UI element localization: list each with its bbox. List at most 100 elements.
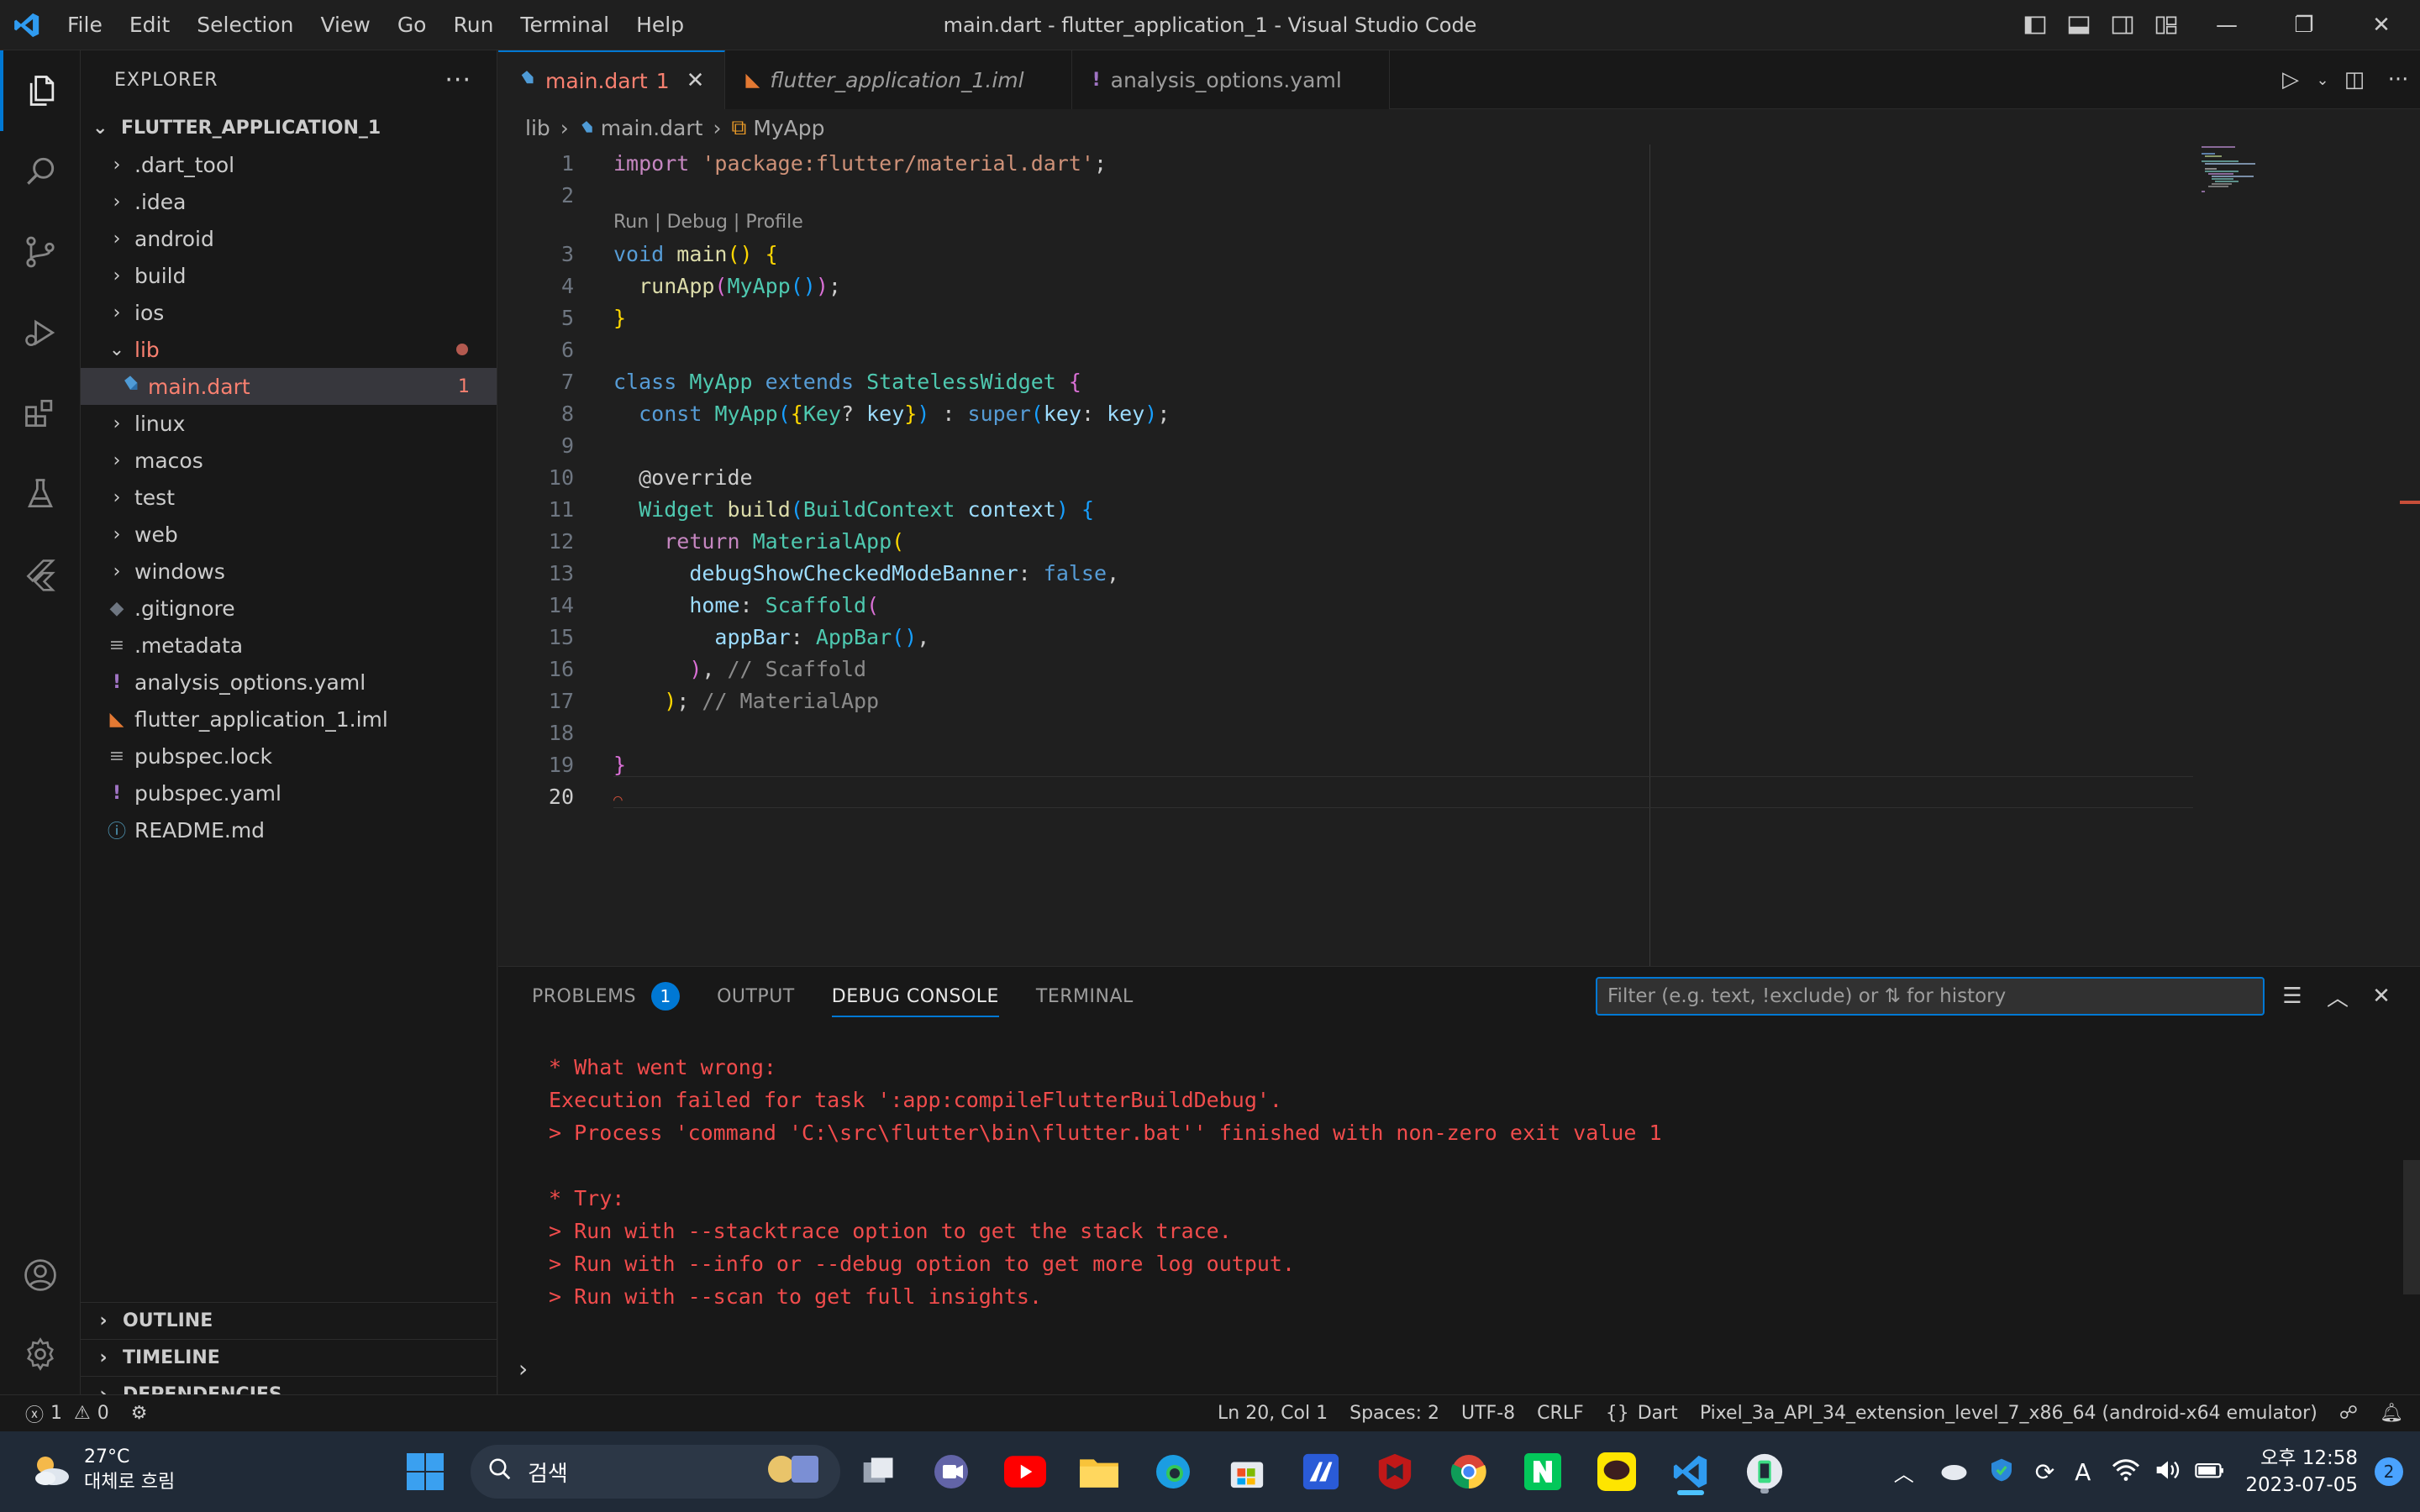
tree-item-main-dart[interactable]: main.dart 1: [81, 368, 497, 405]
outline-section[interactable]: › OUTLINE: [81, 1302, 497, 1339]
tree-item-readme[interactable]: ⓘ README.md: [81, 811, 497, 848]
menu-go[interactable]: Go: [384, 0, 440, 50]
source-control-icon[interactable]: [0, 212, 81, 292]
tab-main-dart[interactable]: main.dart 1 ✕: [498, 50, 726, 109]
maximize-panel-icon[interactable]: ︿: [2317, 977, 2359, 1016]
menu-selection[interactable]: Selection: [183, 0, 307, 50]
restore-button[interactable]: ❐: [2265, 0, 2343, 50]
encoding[interactable]: UTF-8: [1461, 1403, 1515, 1424]
tab-iml[interactable]: ◣ flutter_application_1.iml: [725, 50, 1072, 109]
run-debug-icon[interactable]: [0, 292, 81, 373]
cursor-position[interactable]: Ln 20, Col 1: [1218, 1403, 1328, 1424]
console-input-prompt[interactable]: ›: [518, 1355, 528, 1383]
customize-layout-icon[interactable]: [2144, 0, 2188, 50]
onedrive-cloud-icon[interactable]: [1938, 1460, 1968, 1483]
breadcrumb-item[interactable]: MyApp: [753, 116, 824, 140]
search-icon[interactable]: [0, 131, 81, 212]
workspace-root[interactable]: ⌄ FLUTTER_APPLICATION_1: [81, 109, 497, 146]
menu-terminal[interactable]: Terminal: [507, 0, 623, 50]
extensions-icon[interactable]: [0, 373, 81, 454]
menu-view[interactable]: View: [307, 0, 383, 50]
tree-item-ios[interactable]: › ios: [81, 294, 497, 331]
weather-widget[interactable]: 27°C 대체로 흐림: [29, 1445, 175, 1495]
show-hidden-icons-icon[interactable]: ︿: [1894, 1457, 1914, 1487]
flutter-icon[interactable]: [0, 534, 81, 615]
tree-item-pubspec-yaml[interactable]: ! pubspec.yaml: [81, 774, 497, 811]
naver-icon[interactable]: [1519, 1448, 1566, 1495]
console-scrollbar[interactable]: [2403, 1160, 2420, 1294]
breadcrumb-item[interactable]: main.dart: [601, 116, 703, 140]
file-explorer-icon[interactable]: [1076, 1448, 1123, 1495]
tree-item-dart-tool[interactable]: › .dart_tool: [81, 146, 497, 183]
minimize-button[interactable]: —: [2188, 0, 2265, 50]
testing-icon[interactable]: [0, 454, 81, 534]
wifi-icon[interactable]: [2111, 1458, 2141, 1485]
end-of-line[interactable]: CRLF: [1537, 1403, 1584, 1424]
breadcrumb-item[interactable]: lib: [525, 116, 550, 140]
android-studio-app-icon[interactable]: [1297, 1448, 1344, 1495]
toggle-secondary-sidebar-icon[interactable]: [2101, 0, 2144, 50]
tab-problems[interactable]: PROBLEMS 1: [532, 967, 681, 1026]
indentation[interactable]: Spaces: 2: [1349, 1403, 1439, 1424]
tree-item-lib[interactable]: ⌄ lib: [81, 331, 497, 368]
tree-item-pubspec-lock[interactable]: ≡ pubspec.lock: [81, 738, 497, 774]
explorer-icon[interactable]: [0, 50, 81, 131]
toggle-primary-sidebar-icon[interactable]: [2013, 0, 2057, 50]
tree-item-gitignore[interactable]: ◆ .gitignore: [81, 590, 497, 627]
menu-file[interactable]: File: [54, 0, 116, 50]
tree-item-iml[interactable]: ◣ flutter_application_1.iml: [81, 701, 497, 738]
menu-run[interactable]: Run: [439, 0, 507, 50]
remote-icon[interactable]: ⚙: [131, 1403, 148, 1424]
tree-item-idea[interactable]: › .idea: [81, 183, 497, 220]
device-selector[interactable]: Pixel_3a_API_34_extension_level_7_x86_64…: [1700, 1403, 2317, 1424]
security-shield-icon[interactable]: [1988, 1457, 2015, 1487]
task-view-icon[interactable]: [855, 1448, 902, 1495]
notifications-bell-icon[interactable]: 🔔︎: [2380, 1403, 2403, 1424]
console-filter-input[interactable]: Filter (e.g. text, !exclude) or ⇅ for hi…: [1596, 977, 2265, 1016]
tree-item-test[interactable]: › test: [81, 479, 497, 516]
codelens-run-debug-profile[interactable]: Run | Debug | Profile: [613, 212, 803, 233]
notification-count-badge[interactable]: 2: [2375, 1457, 2403, 1486]
more-actions-icon[interactable]: ···: [2376, 67, 2420, 92]
split-editor-icon[interactable]: ◫: [2333, 67, 2376, 92]
code-editor[interactable]: 1 2 3 4 5 6 7 8 9 10 11 12 13 14 15 16 1…: [498, 144, 2420, 966]
tab-terminal[interactable]: TERMINAL: [1036, 967, 1134, 1026]
volume-icon[interactable]: [2154, 1458, 2181, 1485]
tree-item-metadata[interactable]: ≡ .metadata: [81, 627, 497, 664]
run-dropdown-icon[interactable]: ⌄: [2312, 71, 2333, 89]
tree-item-windows[interactable]: › windows: [81, 553, 497, 590]
windows-start-icon[interactable]: [402, 1448, 449, 1495]
problems-status[interactable]: ⓧ 1 ⚠ 0: [25, 1400, 109, 1427]
youtube-icon[interactable]: [1002, 1448, 1049, 1495]
tree-item-build[interactable]: › build: [81, 257, 497, 294]
language-mode[interactable]: {} Dart: [1606, 1403, 1678, 1424]
tree-item-linux[interactable]: › linux: [81, 405, 497, 442]
battery-icon[interactable]: [2195, 1460, 2225, 1483]
run-icon[interactable]: ▷: [2269, 67, 2312, 92]
system-clock[interactable]: 오후 12:58 2023-07-05: [2245, 1445, 2358, 1499]
taskbar-search[interactable]: 검색: [471, 1445, 840, 1499]
clear-console-icon[interactable]: ☰: [2271, 977, 2313, 1016]
mcafee-icon[interactable]: [1371, 1448, 1418, 1495]
vscode-taskbar-icon[interactable]: [1667, 1448, 1714, 1495]
tab-output[interactable]: OUTPUT: [717, 967, 795, 1026]
close-panel-icon[interactable]: ✕: [2360, 977, 2402, 1016]
teams-chat-icon[interactable]: [928, 1448, 975, 1495]
tree-item-web[interactable]: › web: [81, 516, 497, 553]
toggle-panel-icon[interactable]: [2057, 0, 2101, 50]
minimap[interactable]: [2202, 146, 2277, 213]
more-actions-icon[interactable]: ···: [445, 66, 471, 95]
kakaotalk-icon[interactable]: [1593, 1448, 1640, 1495]
edge-browser-icon[interactable]: [1150, 1448, 1197, 1495]
accounts-icon[interactable]: [0, 1235, 81, 1315]
settings-gear-icon[interactable]: [0, 1314, 81, 1394]
feedback-icon[interactable]: ☍: [2339, 1403, 2358, 1424]
tab-debug-console[interactable]: DEBUG CONSOLE: [831, 967, 1000, 1026]
timeline-section[interactable]: › TIMELINE: [81, 1339, 497, 1376]
tab-analysis-options[interactable]: ! analysis_options.yaml: [1071, 50, 1390, 109]
menu-help[interactable]: Help: [623, 0, 697, 50]
sync-icon[interactable]: ⟳: [2035, 1458, 2054, 1486]
microsoft-store-icon[interactable]: [1223, 1448, 1270, 1495]
chrome-browser-icon[interactable]: [1445, 1448, 1492, 1495]
emulator-app-icon[interactable]: [1741, 1448, 1788, 1495]
